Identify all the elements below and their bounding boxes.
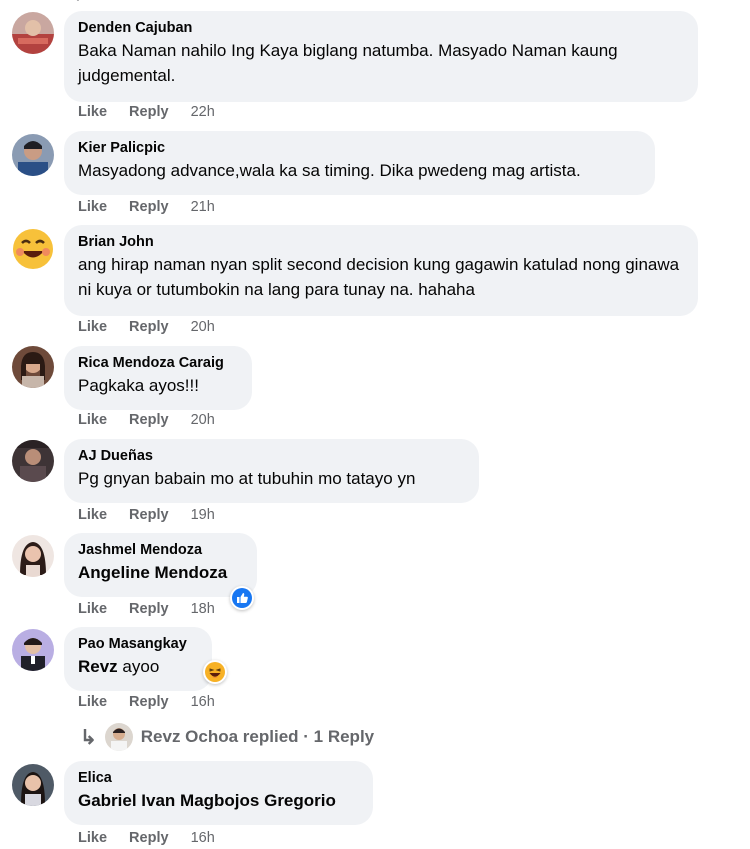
avatar[interactable] (12, 440, 54, 482)
comment-bubble: Jashmel Mendoza Angeline Mendoza (64, 533, 257, 597)
comment-timestamp[interactable]: 20h (191, 319, 215, 335)
reply-arrow-icon: ↳ (80, 726, 97, 749)
comment-bubble: Rica Mendoza Caraig Pagkaka ayos!!! (64, 346, 252, 410)
avatar[interactable] (12, 764, 54, 806)
avatar[interactable] (12, 228, 54, 270)
reply-button[interactable]: Reply (129, 104, 169, 120)
comment-text: ayoo (117, 657, 160, 676)
like-button[interactable]: Like (78, 104, 107, 120)
comment-timestamp[interactable]: 16h (191, 830, 215, 846)
like-button[interactable]: Like (78, 199, 107, 215)
avatar[interactable] (12, 535, 54, 577)
haha-icon (205, 662, 225, 682)
comment-bubble: Denden Cajuban Baka Naman nahilo Ing Kay… (64, 11, 698, 102)
replier-avatar (104, 723, 133, 751)
avatar[interactable] (12, 629, 54, 671)
previous-reply-fragment: · (76, 0, 81, 7)
comment-bubble: Brian John ang hirap naman nyan split se… (64, 225, 698, 316)
mention-link[interactable]: Angeline Mendoza (78, 560, 243, 585)
like-button[interactable]: Like (78, 319, 107, 335)
like-button[interactable]: Like (78, 507, 107, 523)
reply-button[interactable]: Reply (129, 319, 169, 335)
avatar[interactable] (12, 134, 54, 176)
comment-author[interactable]: Brian John (78, 233, 684, 252)
mention-link[interactable]: Gabriel Ivan Magbojos Gregorio (78, 788, 359, 813)
comment-author[interactable]: AJ Dueñas (78, 447, 465, 466)
comment-author[interactable]: Kier Palicpic (78, 139, 641, 158)
comment-bubble: Pao Masangkay Revz ayoo (64, 627, 212, 691)
like-icon (232, 588, 252, 608)
comment-bubble: Elica Gabriel Ivan Magbojos Gregorio (64, 761, 373, 825)
like-reaction-badge[interactable] (230, 586, 254, 610)
comment-author[interactable]: Pao Masangkay (78, 635, 198, 654)
comment-bubble: Kier Palicpic Masyadong advance,wala ka … (64, 131, 655, 195)
reply-button[interactable]: Reply (129, 830, 169, 846)
comment-text: Masyadong advance,wala ka sa timing. Dik… (78, 161, 581, 180)
comment-timestamp[interactable]: 21h (191, 199, 215, 215)
comment-text: ang hirap naman nyan split second decisi… (78, 255, 680, 299)
haha-reaction-badge[interactable] (203, 660, 227, 684)
comment-timestamp[interactable]: 19h (191, 507, 215, 523)
like-button[interactable]: Like (78, 694, 107, 710)
comment-text: Pagkaka ayos!!! (78, 376, 199, 395)
comment-timestamp[interactable]: 20h (191, 412, 215, 428)
comment-author[interactable]: Rica Mendoza Caraig (78, 354, 238, 373)
comment-author[interactable]: Jashmel Mendoza (78, 541, 243, 560)
comment-timestamp[interactable]: 18h (191, 601, 215, 617)
reply-button[interactable]: Reply (129, 694, 169, 710)
comment-bubble: AJ Dueñas Pg gnyan babain mo at tubuhin … (64, 439, 479, 503)
avatar[interactable] (12, 12, 54, 54)
like-button[interactable]: Like (78, 412, 107, 428)
mention-link[interactable]: Revz (78, 657, 118, 676)
view-replies-link[interactable]: ↳ Revz Ochoa replied · 1 Reply (80, 722, 374, 752)
comment-author[interactable]: Denden Cajuban (78, 19, 684, 38)
comment-timestamp[interactable]: 22h (191, 104, 215, 120)
reply-button[interactable]: Reply (129, 507, 169, 523)
reply-button[interactable]: Reply (129, 412, 169, 428)
avatar[interactable] (12, 346, 54, 388)
comment-author[interactable]: Elica (78, 769, 359, 788)
reply-button[interactable]: Reply (129, 601, 169, 617)
comment-text: Baka Naman nahilo Ing Kaya biglang natum… (78, 41, 618, 85)
reply-button[interactable]: Reply (129, 199, 169, 215)
comment-timestamp[interactable]: 16h (191, 694, 215, 710)
replies-label[interactable]: Revz Ochoa replied · 1 Reply (141, 727, 374, 747)
like-button[interactable]: Like (78, 830, 107, 846)
like-button[interactable]: Like (78, 601, 107, 617)
comment-text: Pg gnyan babain mo at tubuhin mo tatayo … (78, 469, 416, 488)
